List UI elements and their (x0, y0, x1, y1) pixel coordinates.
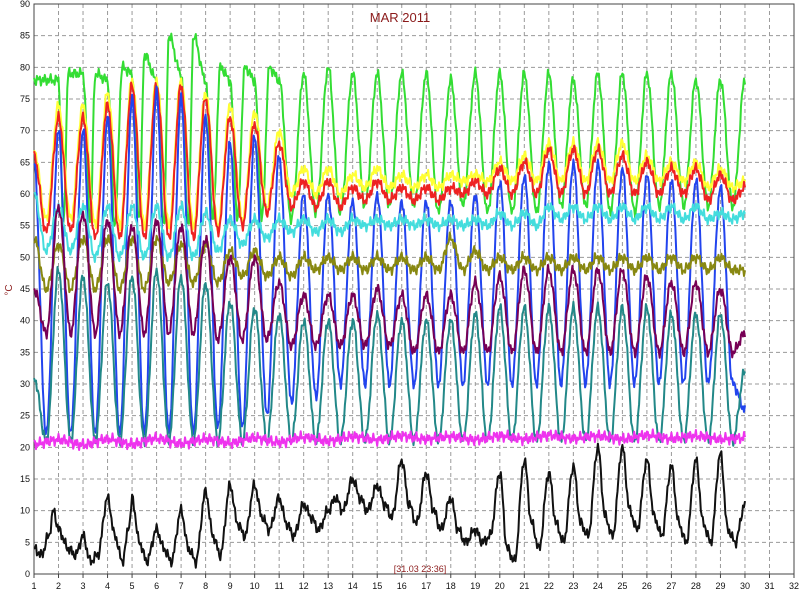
x-tick-label: 29 (715, 581, 725, 591)
x-tick-label: 10 (250, 581, 260, 591)
x-tick-label: 9 (228, 581, 233, 591)
y-tick-label: 5 (25, 537, 30, 547)
y-tick-label: 30 (20, 379, 30, 389)
x-axis-ticks: 1 2 3 4 5 6 7 8 9 10 11 12 13 14 15 16 17 18 19 20 21 22 23 24 2… (31, 574, 799, 591)
y-tick-label: 35 (20, 347, 30, 357)
y-axis-ticks: 0 5 10 15 20 25 30 35 40 45 50 55 60 65 70 75 80 85 90 (20, 0, 30, 579)
x-tick-label: 2 (56, 581, 61, 591)
x-tick-label: 7 (179, 581, 184, 591)
x-tick-label: 28 (691, 581, 701, 591)
x-tick-label: 25 (617, 581, 627, 591)
x-tick-label: 19 (470, 581, 480, 591)
y-tick-label: 15 (20, 474, 30, 484)
y-tick-label: 75 (20, 94, 30, 104)
gridlines (33, 3, 795, 575)
y-tick-label: 20 (20, 442, 30, 452)
x-tick-label: 8 (203, 581, 208, 591)
x-tick-label: 26 (642, 581, 652, 591)
y-tick-label: 25 (20, 411, 30, 421)
x-tick-label: 16 (397, 581, 407, 591)
x-tick-label: 15 (372, 581, 382, 591)
y-tick-label: 0 (25, 569, 30, 579)
x-tick-label: 5 (130, 581, 135, 591)
y-tick-label: 80 (20, 62, 30, 72)
x-tick-label: 32 (789, 581, 799, 591)
series-lines (33, 32, 746, 569)
x-tick-label: 1 (31, 581, 36, 591)
x-tick-label: 31 (764, 581, 774, 591)
x-tick-label: 17 (421, 581, 431, 591)
x-tick-label: 4 (105, 581, 110, 591)
x-tick-label: 20 (495, 581, 505, 591)
y-tick-label: 40 (20, 316, 30, 326)
series-line (33, 85, 746, 436)
x-tick-label: 24 (593, 581, 603, 591)
y-tick-label: 45 (20, 284, 30, 294)
y-tick-label: 60 (20, 189, 30, 199)
x-tick-label: 18 (446, 581, 456, 591)
x-tick-label: 11 (274, 581, 283, 591)
y-tick-label: 85 (20, 31, 30, 41)
x-tick-label: 14 (348, 581, 358, 591)
x-tick-label: 27 (666, 581, 676, 591)
x-tick-label: 13 (323, 581, 333, 591)
y-tick-label: 65 (20, 157, 30, 167)
x-tick-label: 6 (154, 581, 159, 591)
y-tick-label: 50 (20, 252, 30, 262)
x-tick-label: 3 (81, 581, 86, 591)
x-tick-label: 12 (299, 581, 309, 591)
chart-title: MAR 2011 (370, 10, 430, 25)
x-tick-label: 30 (740, 581, 750, 591)
series-line (33, 442, 746, 569)
temperature-chart: 051015202530354045505560657075808590 123… (4, 0, 799, 591)
y-tick-label: 55 (20, 221, 30, 231)
y-tick-label: 90 (20, 0, 30, 9)
x-tick-label: 22 (544, 581, 554, 591)
y-tick-label: 10 (20, 506, 30, 516)
y-axis-label: °C (4, 284, 15, 295)
y-tick-label: 70 (20, 126, 30, 136)
x-tick-label: 21 (519, 581, 529, 591)
x-tick-label: 23 (568, 581, 578, 591)
timestamp-label: [31.03 23:36] (394, 564, 447, 574)
